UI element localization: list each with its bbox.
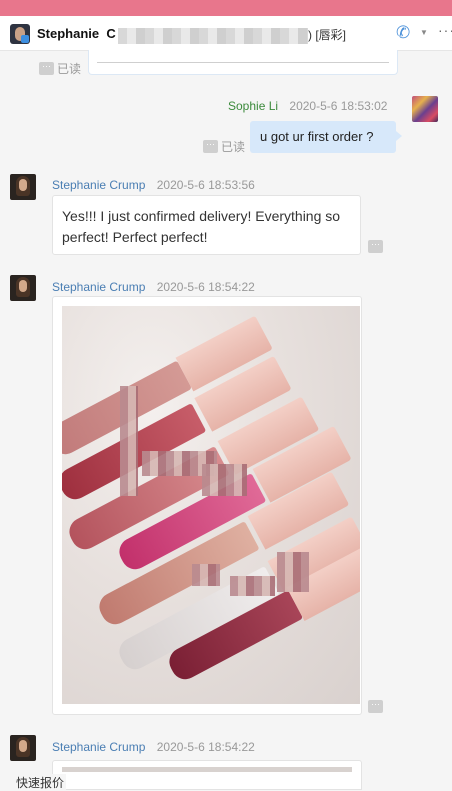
pixelated-region bbox=[120, 386, 138, 496]
sender-name[interactable]: Sophie Li bbox=[228, 99, 278, 113]
message-timestamp: 2020-5-6 18:53:56 bbox=[156, 178, 255, 192]
message-text: Yes!!! I just confirmed delivery! Everyt… bbox=[62, 208, 341, 245]
message-sender-line: Stephanie Crump 2020-5-6 18:53:56 bbox=[52, 178, 255, 192]
sender-name[interactable]: Stephanie Crump bbox=[52, 280, 145, 294]
read-status-label: 已读 bbox=[57, 62, 82, 76]
contact-avatar[interactable] bbox=[10, 275, 36, 301]
message-sender-line: Stephanie Crump 2020-5-6 18:54:22 bbox=[52, 280, 255, 294]
more-options-button[interactable]: ··· bbox=[39, 62, 54, 75]
sender-name[interactable]: Stephanie Crump bbox=[52, 740, 145, 754]
contact-avatar[interactable] bbox=[10, 24, 30, 44]
more-horizontal-icon[interactable]: ··· bbox=[438, 22, 452, 38]
contact-tag: ) [唇彩] bbox=[308, 28, 346, 42]
outgoing-message-bubble[interactable]: u got ur first order ? bbox=[250, 121, 402, 153]
message-timestamp: 2020-5-6 18:53:02 bbox=[289, 99, 388, 113]
contact-avatar[interactable] bbox=[10, 735, 36, 761]
more-options-button[interactable]: ··· bbox=[368, 240, 383, 253]
contact-name: Stephanie C bbox=[37, 26, 116, 41]
more-options-button[interactable]: ··· bbox=[203, 140, 218, 153]
pixelated-region bbox=[277, 552, 309, 592]
contact-avatar[interactable] bbox=[10, 174, 36, 200]
phone-call-icon[interactable]: ✆ bbox=[396, 23, 416, 43]
message-text: u got ur first order ? bbox=[260, 129, 374, 144]
pixelated-region bbox=[192, 564, 220, 586]
chevron-down-icon[interactable]: ▼ bbox=[420, 28, 428, 37]
lip-gloss-product-photo[interactable] bbox=[62, 306, 360, 704]
pixelated-region bbox=[202, 464, 247, 496]
more-options-button[interactable]: ··· bbox=[368, 700, 383, 713]
read-status: ··· 已读 bbox=[39, 60, 81, 77]
read-status-label: 已读 bbox=[221, 140, 246, 154]
chat-header: Stephanie C ) [唇彩] ✆ ▼ ··· bbox=[0, 16, 452, 51]
message-timestamp: 2020-5-6 18:54:22 bbox=[156, 280, 255, 294]
message-sender-line: Stephanie Crump 2020-5-6 18:54:22 bbox=[52, 740, 255, 754]
window-top-strip bbox=[0, 0, 452, 16]
quick-quote-button[interactable]: 快速报价 bbox=[14, 774, 67, 791]
bottom-toolbar: 快速报价 bbox=[0, 772, 452, 791]
message-sender-line: Sophie Li 2020-5-6 18:53:02 bbox=[228, 99, 387, 113]
pixelated-region bbox=[230, 576, 275, 596]
message-timestamp: 2020-5-6 18:54:22 bbox=[156, 740, 255, 754]
self-avatar[interactable] bbox=[412, 96, 438, 122]
redacted-company-name bbox=[118, 28, 308, 44]
sender-name[interactable]: Stephanie Crump bbox=[52, 178, 145, 192]
previous-message-card bbox=[88, 50, 398, 75]
read-status: ··· 已读 bbox=[203, 138, 245, 155]
mobile-badge-icon bbox=[21, 35, 29, 43]
incoming-message-bubble[interactable]: Yes!!! I just confirmed delivery! Everyt… bbox=[52, 195, 361, 255]
